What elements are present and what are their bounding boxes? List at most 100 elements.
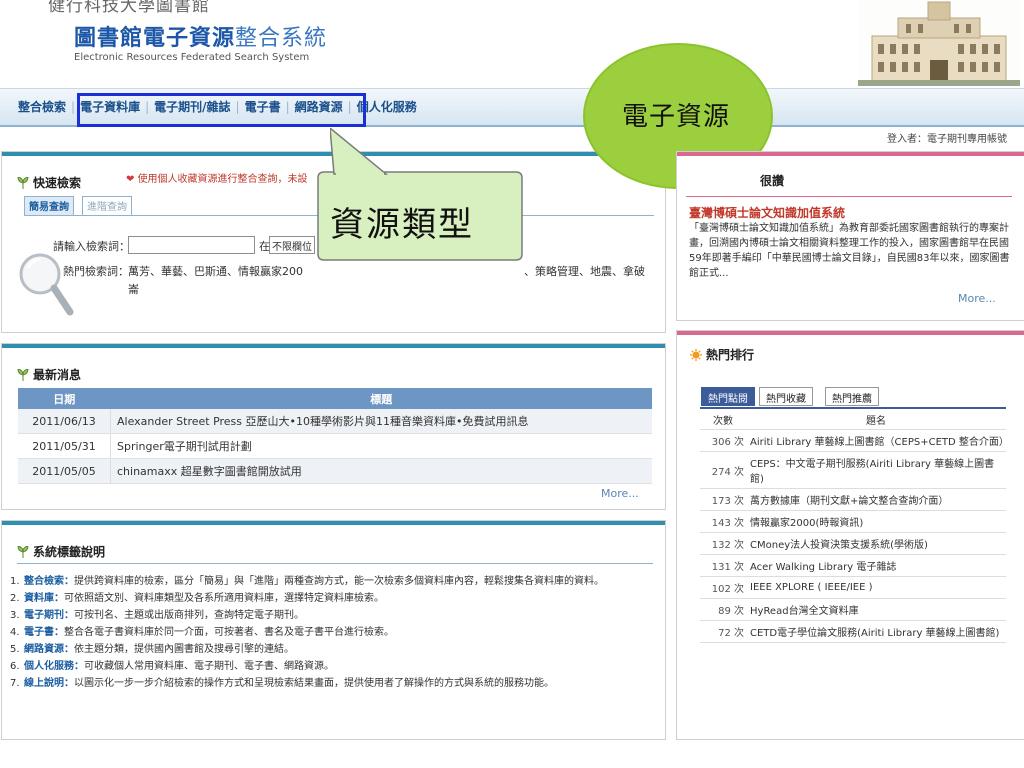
help-item-number: 5. [10,644,20,655]
tab-hot-clicks[interactable]: 熱門點閱 [701,387,755,406]
help-item-body: 個人化服務：可收藏個人常用資料庫、電子期刊、電子書、網路資源。 [24,659,650,675]
table-row[interactable]: 143 次情報贏家2000(時報資訊) [700,510,1006,533]
table-row[interactable]: 274 次 CEPS：中文電子期刊服務(Airiti Library 華藝線上圖書… [700,451,1006,489]
system-title: 圖書館電子資源整合系統 [74,20,327,52]
recommend-title-underline [686,196,1012,197]
keyword-input[interactable] [128,236,255,254]
help-list: 1. 整合檢索：提供跨資料庫的檢索，區分「簡易」與「進階」兩種查詢方式，能一次檢索… [10,574,650,693]
help-item-text: 可收藏個人常用資料庫、電子期刊、電子書、網路資源。 [84,661,334,672]
hot-keywords-links-continued[interactable]: 、策略管理、地震、拿破 [524,263,645,279]
recommend-link[interactable]: 臺灣博碩士論文知識加值系統 [689,204,845,221]
list-item: 6. 個人化服務：可收藏個人常用資料庫、電子期刊、電子書、網路資源。 [10,659,650,675]
news-date: 2011/05/05 [18,458,111,484]
recommend-more-link[interactable]: More... [958,292,996,305]
table-row[interactable]: 2011/06/13 Alexander Street Press 亞歷山大•10… [18,409,652,434]
tab-advanced-search[interactable]: 進階查詢 [82,196,132,216]
table-row[interactable]: 2011/05/31 Springer電子期刊試用計劃 [18,433,652,459]
rank-count: 89 次 [700,598,746,621]
tab-hot-favorites[interactable]: 熱門收藏 [759,387,813,406]
table-row[interactable]: 173 次萬方數據庫（期刊文獻+論文整合查詢介面） [700,488,1006,511]
login-status: 登入者：電子期刊專用帳號 [887,134,1007,145]
callout-pointer [330,128,389,176]
help-item-text: 提供跨資料庫的檢索，區分「簡易」與「進階」兩種查詢方式，能一次檢索多個資料庫內容… [74,576,604,587]
rank-link[interactable]: CETD電子學位論文服務(Airiti Library 華藝線上圖書館) [746,620,1006,643]
help-item-text: 可按刊名、主題或出版商排列，查詢特定電子期刊。 [74,610,304,621]
table-row[interactable]: 89 次 HyRead台灣全文資料庫 [700,598,1006,621]
help-item-body: 線上說明：以圖示化一步一步介紹檢索的操作方式和呈現檢索結果畫面，提供使用者了解操… [24,676,650,692]
news-link[interactable]: Alexander Street Press 亞歷山大•10種學術影片與11種音… [110,409,652,434]
help-item-number: 6. [10,661,20,672]
help-item-text: 可依照語文別、資料庫類型及各系所適用資料庫，選擇特定資料庫檢索。 [64,593,384,604]
news-title-text: 最新消息 [33,368,82,382]
rank-count: 143 次 [700,510,746,533]
help-item-number: 7. [10,678,20,689]
help-item-body: 整合檢索：提供跨資料庫的檢索，區分「簡易」與「進階」兩種查詢方式，能一次檢索多個… [24,574,650,590]
help-item-text: 整合各電子書資料庫於同一介面，可按著者、書名及電子書平台進行檢索。 [64,627,394,638]
leaf-icon [17,177,29,189]
panel-accent-bar [2,344,665,348]
news-link[interactable]: chinamaxx 超星數字圖書館開放試用 [110,458,652,484]
rank-link[interactable]: CMoney法人投資決策支援系統(學術版) [746,532,1006,555]
quick-search-hint: ❤ 使用個人收藏資源進行整合查詢，未設 [126,170,308,185]
hot-ranking-table: 次數 題名 306 次 Airiti Library 華藝線上圖書館（CEPS+C… [700,407,1009,643]
list-item: 3. 電子期刊：可按刊名、主題或出版商排列，查詢特定電子期刊。 [10,608,650,624]
table-row[interactable]: 72 次 CETD電子學位論文服務(Airiti Library 華藝線上圖書館) [700,620,1006,643]
help-item-body: 網路資源：依主題分類，提供國內圖書館及搜尋引擎的連結。 [24,642,650,658]
heart-icon: ❤ [126,174,138,185]
help-item-number: 4. [10,627,20,638]
help-item-term: 線上說明： [24,678,74,689]
news-date: 2011/05/31 [18,433,111,459]
rank-link[interactable]: CEPS：中文電子期刊服務(Airiti Library 華藝線上圖書館) [746,451,1006,489]
table-row[interactable]: 2011/05/05 chinamaxx 超星數字圖書館開放試用 [18,458,652,484]
nav-separator: | [71,100,76,114]
rank-table-header: 次數 題名 [700,408,1006,430]
news-title: 最新消息 [17,366,81,383]
list-item: 4. 電子書：整合各電子書資料庫於同一介面，可按著者、書名及電子書平台進行檢索。 [10,625,650,641]
news-table-header: 日期 標題 [18,388,652,409]
help-item-term: 電子期刊： [24,610,74,621]
hot-keywords-links[interactable]: 萬芳、華藝、巴斯通、情報贏家200 [128,263,318,279]
news-more-link[interactable]: More... [601,487,639,500]
help-item-term: 電子書： [24,627,64,638]
hot-ranking-title: 熱門排行 [690,346,754,363]
table-row[interactable]: 306 次 Airiti Library 華藝線上圖書館（CEPS+CETD 整合… [700,429,1009,452]
library-building-image [858,0,1020,86]
rank-link[interactable]: 情報贏家2000(時報資訊) [746,510,1006,533]
table-row[interactable]: 102 次 IEEE XPLORE ( IEEE/IEE ) [700,576,1006,599]
system-title-light: 整合系統 [235,26,328,51]
news-table: 日期 標題 2011/06/13 Alexander Street Press 亞… [18,388,652,484]
tab-hot-recommended[interactable]: 熱門推薦 [825,387,879,406]
quick-search-title: 快速檢索 [17,174,81,191]
help-item-term: 網路資源： [24,644,74,655]
rank-link[interactable]: IEEE XPLORE ( IEEE/IEE ) [746,576,1006,599]
help-item-term: 資料庫： [24,593,64,604]
hot-keywords-links-wrap[interactable]: 崙 [128,281,139,297]
rank-link[interactable]: HyRead台灣全文資料庫 [746,598,1006,621]
help-item-number: 2. [10,593,20,604]
table-row[interactable]: 132 次 CMoney法人投資決策支援系統(學術版) [700,532,1006,555]
nav-integrated-search[interactable]: 整合檢索 [18,100,66,114]
tab-simple-search[interactable]: 簡易查詢 [24,196,74,216]
help-title-text: 系統標籤說明 [33,545,106,559]
rank-count: 102 次 [700,576,746,599]
help-item-text: 依主題分類，提供國內圖書館及搜尋引擎的連結。 [74,644,294,655]
field-select[interactable]: 不限欄位 [269,236,315,254]
news-col-title: 標題 [110,388,652,409]
list-item: 1. 整合檢索：提供跨資料庫的檢索，區分「簡易」與「進階」兩種查詢方式，能一次檢索… [10,574,650,590]
university-name: 健行科技大學圖書館 [48,0,210,16]
rank-link[interactable]: 萬方數據庫（期刊文獻+論文整合查詢介面） [746,488,1006,511]
news-link[interactable]: Springer電子期刊試用計劃 [110,433,652,459]
rank-count: 306 次 [700,429,746,452]
quick-search-title-text: 快速檢索 [33,176,82,190]
resource-type-callout-text: 資源類型 [330,205,474,245]
rank-link[interactable]: Acer Walking Library 電子雜誌 [746,554,1006,577]
rank-count: 274 次 [700,451,746,489]
leaf-icon [17,546,29,558]
help-item-number: 3. [10,610,20,621]
table-row[interactable]: 131 次 Acer Walking Library 電子雜誌 [700,554,1006,577]
rank-link[interactable]: Airiti Library 華藝線上圖書館（CEPS+CETD 整合介面） [746,429,1009,452]
panel-accent-bar [2,521,665,525]
rank-col-count: 次數 [700,408,746,430]
rank-col-name: 題名 [746,408,1006,430]
rank-count: 132 次 [700,532,746,555]
